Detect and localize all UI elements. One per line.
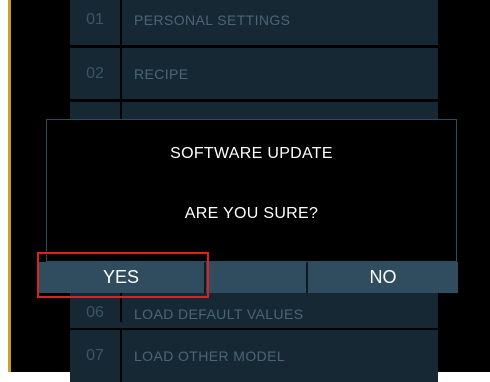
menu-item-recipe[interactable]: 02 RECIPE [70, 48, 438, 99]
dialog-message: ARE YOU SURE? [184, 205, 319, 222]
menu-item-number: 02 [70, 48, 122, 99]
menu-item-label: RECIPE [134, 65, 189, 82]
menu-item-load-default-values[interactable]: 06 LOAD DEFAULT VALUES [70, 288, 438, 328]
no-button[interactable]: NO [308, 262, 458, 293]
menu-item-label: LOAD DEFAULT VALUES [134, 306, 304, 322]
yes-button[interactable]: YES [38, 262, 204, 293]
menu-item-label: LOAD OTHER MODEL [134, 348, 286, 364]
menu-item-label: PERSONAL SETTINGS [134, 11, 291, 28]
menu-item-number: 07 [70, 330, 122, 382]
menu-item-personal-settings[interactable]: 01 PERSONAL SETTINGS [70, 0, 438, 45]
confirmation-dialog: SOFTWARE UPDATE ARE YOU SURE? [46, 119, 457, 262]
menu-item-number: 01 [70, 0, 122, 45]
dialog-title: SOFTWARE UPDATE [170, 145, 333, 162]
dialog-button-bar: YES NO [38, 262, 458, 293]
menu-item-number: 06 [70, 288, 122, 322]
empty-button-slot [204, 262, 308, 293]
menu-item-load-other-model[interactable]: 07 LOAD OTHER MODEL [70, 330, 438, 382]
